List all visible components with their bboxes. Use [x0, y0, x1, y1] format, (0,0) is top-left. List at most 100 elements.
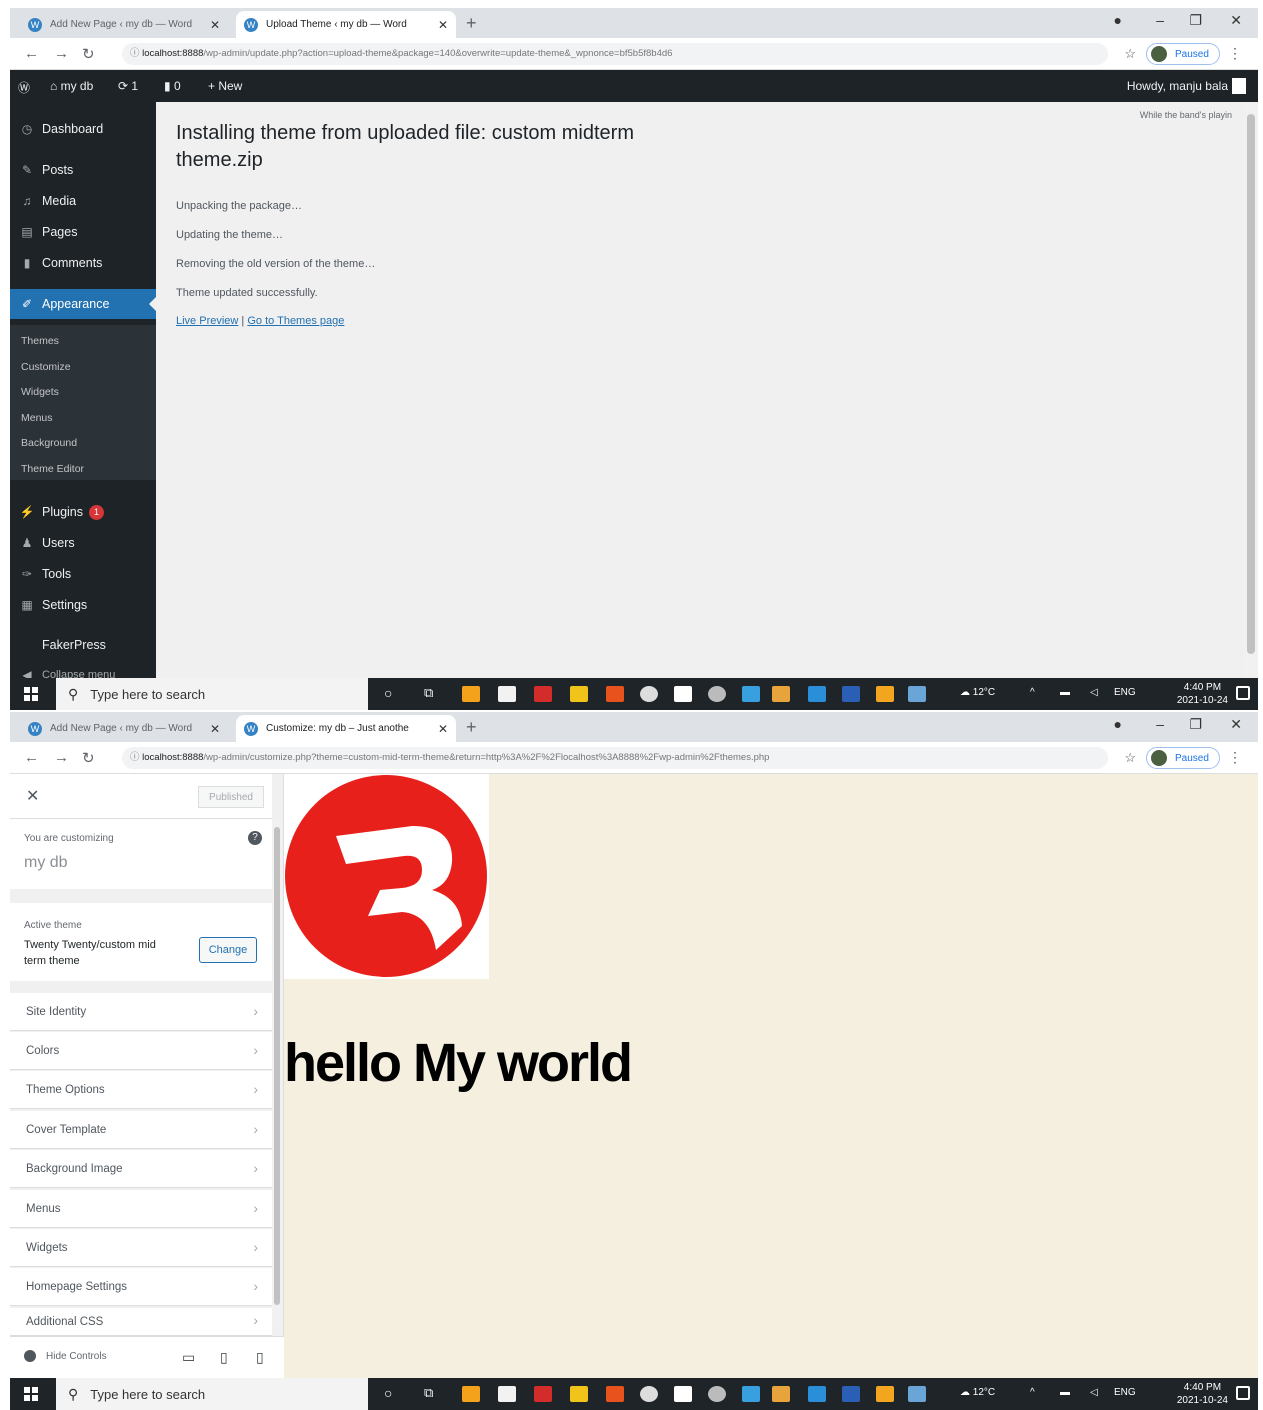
help-icon[interactable]: ? [248, 831, 262, 845]
word-icon[interactable] [842, 686, 860, 702]
desktop-preview-icon[interactable]: ▭ [182, 1349, 195, 1366]
folder-icon[interactable] [570, 686, 588, 702]
browser-menu-icon[interactable]: ⋮ [1228, 749, 1242, 766]
scrollbar-thumb[interactable] [1247, 114, 1255, 654]
language-indicator[interactable]: ENG [1114, 1387, 1136, 1398]
reload-icon[interactable]: ↻ [82, 45, 95, 63]
volume-icon[interactable]: ◁ [1090, 687, 1098, 698]
menu-users[interactable]: ♟ Users [10, 528, 156, 558]
submenu-background[interactable]: Background [21, 437, 77, 449]
app-icon[interactable] [534, 1386, 552, 1402]
notification-icon[interactable] [1236, 686, 1250, 700]
url-field[interactable]: ⓘ localhost:8888/wp-admin/update.php?act… [122, 43, 1108, 65]
menu-pages[interactable]: ▤ Pages [10, 217, 156, 247]
back-icon[interactable]: ← [24, 45, 39, 62]
taskbar-clock[interactable]: 4:40 PM 2021-10-24 [1177, 1381, 1228, 1407]
weather-icon[interactable]: ☁ 12°C [960, 1387, 995, 1398]
new-tab-icon[interactable]: + [466, 13, 477, 34]
menu-appearance[interactable]: ✐ Appearance [10, 289, 156, 319]
app-icon[interactable] [606, 1386, 624, 1402]
go-to-themes-link[interactable]: Go to Themes page [247, 315, 344, 327]
app-icon[interactable] [876, 1386, 894, 1402]
minimize-icon[interactable]: – [1156, 12, 1164, 28]
updates-link[interactable]: ⟳ 1 [118, 79, 138, 93]
app-icon[interactable] [462, 686, 480, 702]
network-icon[interactable]: ▬ [1060, 687, 1070, 698]
submenu-customize[interactable]: Customize [21, 361, 71, 373]
section-theme-options[interactable]: Theme Options › [10, 1071, 272, 1109]
panel-scrollbar[interactable] [272, 819, 282, 1329]
store-icon[interactable] [498, 686, 516, 702]
app-icon[interactable] [742, 686, 760, 702]
maximize-icon[interactable]: ❐ [1189, 716, 1202, 733]
network-icon[interactable]: ▬ [1060, 1387, 1070, 1398]
menu-comments[interactable]: ▮ Comments [10, 248, 156, 278]
taskbar-clock[interactable]: 4:40 PM 2021-10-24 [1177, 681, 1228, 707]
comments-link[interactable]: ▮ 0 [164, 79, 181, 93]
submenu-menus[interactable]: Menus [21, 412, 53, 424]
volume-icon[interactable]: ◁ [1090, 1387, 1098, 1398]
section-widgets[interactable]: Widgets › [10, 1229, 272, 1267]
back-icon[interactable]: ← [24, 749, 39, 766]
reload-icon[interactable]: ↻ [82, 749, 95, 767]
app-icon[interactable] [708, 686, 726, 702]
word-icon[interactable] [842, 1386, 860, 1402]
mobile-preview-icon[interactable]: ▯ [256, 1349, 264, 1366]
new-content-link[interactable]: + New [208, 79, 242, 93]
app-icon[interactable] [908, 1386, 926, 1402]
maximize-icon[interactable]: ❐ [1189, 12, 1202, 29]
bookmark-star-icon[interactable]: ☆ [1124, 750, 1136, 766]
taskbar-search[interactable]: ⚲ Type here to search [56, 1378, 368, 1410]
site-logo[interactable] [284, 774, 489, 979]
cortana-icon[interactable]: ○ [384, 685, 392, 701]
chrome-icon[interactable] [640, 1386, 658, 1402]
menu-plugins[interactable]: ⚡ Plugins 1 [10, 497, 156, 527]
page-scrollbar[interactable] [1244, 102, 1258, 684]
minimize-icon[interactable]: – [1156, 716, 1164, 732]
profile-dot-icon[interactable]: ● [1114, 716, 1122, 732]
app-icon[interactable] [742, 1386, 760, 1402]
task-view-icon[interactable]: ⧉ [424, 1385, 433, 1401]
section-colors[interactable]: Colors › [10, 1032, 272, 1070]
user-avatar[interactable] [1232, 78, 1246, 94]
menu-tools[interactable]: ✑ Tools [10, 559, 156, 589]
browser-menu-icon[interactable]: ⋮ [1228, 45, 1242, 62]
live-preview-link[interactable]: Live Preview [176, 315, 238, 327]
document-icon[interactable] [674, 1386, 692, 1402]
app-icon[interactable] [708, 1386, 726, 1402]
menu-dashboard[interactable]: ◷ Dashboard [10, 114, 156, 144]
scrollbar-thumb[interactable] [274, 827, 280, 1305]
bookmark-star-icon[interactable]: ☆ [1124, 46, 1136, 62]
submenu-widgets[interactable]: Widgets [21, 386, 59, 398]
cortana-icon[interactable]: ○ [384, 1385, 392, 1401]
tab-add-new-page[interactable]: W Add New Page ‹ my db — Word ✕ [20, 11, 228, 38]
menu-media[interactable]: ♫ Media [10, 186, 156, 216]
app-icon[interactable] [462, 1386, 480, 1402]
forward-icon[interactable]: → [54, 749, 69, 766]
tab-add-new-page[interactable]: W Add New Page ‹ my db — Word ✕ [20, 715, 228, 742]
menu-posts[interactable]: ✎ Posts [10, 155, 156, 185]
menu-fakerpress[interactable]: FakerPress [10, 630, 156, 660]
windows-start-icon[interactable] [24, 1387, 38, 1401]
app-icon[interactable] [808, 686, 826, 702]
tablet-preview-icon[interactable]: ▯ [220, 1349, 228, 1366]
taskbar-search[interactable]: ⚲ Type here to search [56, 678, 368, 710]
section-cover-template[interactable]: Cover Template › [10, 1111, 272, 1149]
task-view-icon[interactable]: ⧉ [424, 685, 433, 701]
app-icon[interactable] [808, 1386, 826, 1402]
site-name-link[interactable]: ⌂ my db [50, 79, 93, 93]
section-homepage-settings[interactable]: Homepage Settings › [10, 1268, 272, 1306]
close-tab-icon[interactable]: ✕ [210, 18, 220, 32]
submenu-theme-editor[interactable]: Theme Editor [21, 463, 84, 475]
new-tab-icon[interactable]: + [466, 717, 477, 738]
chrome-icon[interactable] [640, 686, 658, 702]
document-icon[interactable] [674, 686, 692, 702]
app-icon[interactable] [772, 1386, 790, 1402]
profile-button[interactable]: Paused [1146, 43, 1220, 65]
close-tab-icon[interactable]: ✕ [438, 18, 448, 32]
close-tab-icon[interactable]: ✕ [438, 722, 448, 736]
close-icon[interactable]: ✕ [26, 786, 39, 806]
section-site-identity[interactable]: Site Identity › [10, 993, 272, 1031]
hide-controls-button[interactable]: Hide Controls [24, 1350, 107, 1362]
forward-icon[interactable]: → [54, 45, 69, 62]
